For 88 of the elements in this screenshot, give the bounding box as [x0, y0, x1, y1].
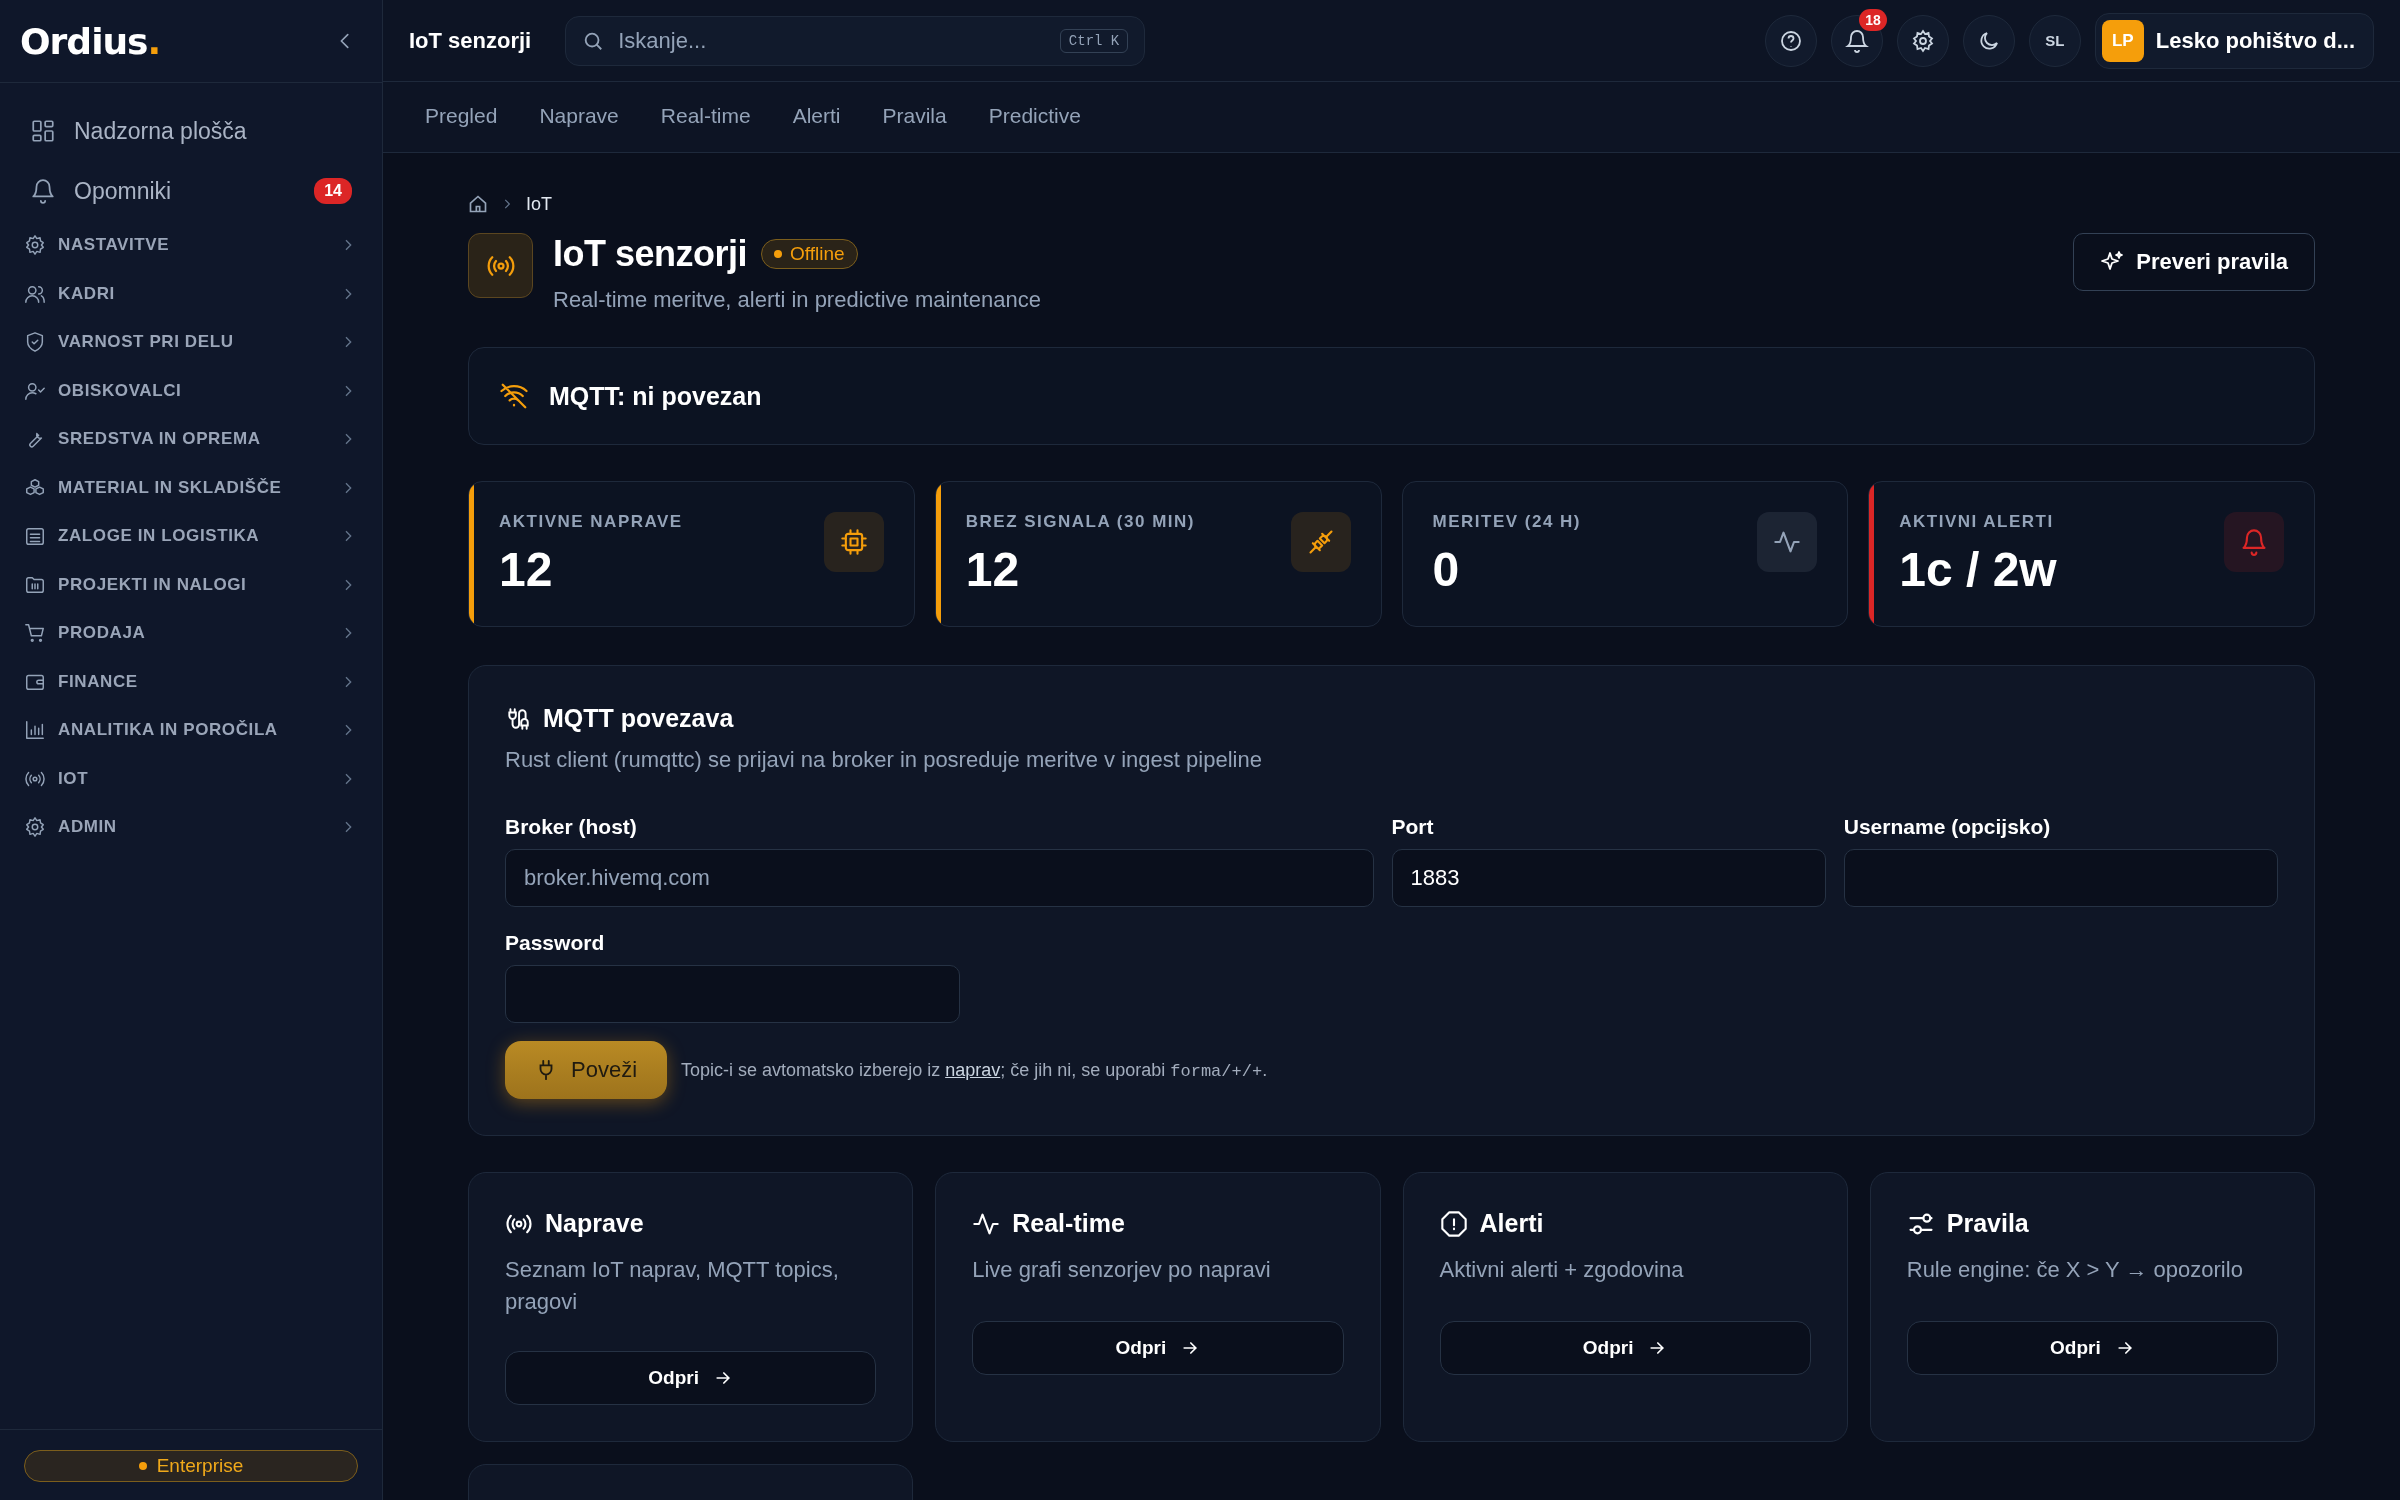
nav-section[interactable]: ZALOGE IN LOGISTIKA	[58, 526, 328, 547]
cable-icon	[505, 705, 531, 732]
bell-icon	[1844, 28, 1869, 53]
stat-label: MERITEV (24 H)	[1432, 512, 1582, 532]
notification-count: 18	[1859, 8, 1887, 31]
field-label: Broker (host)	[505, 815, 638, 839]
open-button[interactable]: Odpri	[972, 1321, 1344, 1375]
input-field[interactable]	[1843, 849, 2278, 907]
nav-section[interactable]: PROJEKTI IN NALOGI	[58, 574, 328, 595]
stat-value: 12	[965, 542, 1021, 597]
panel-description: Rust client (rumqttc) se prijavi na broker in posreduje meritve v ingest pipeline	[505, 747, 1263, 773]
open-button[interactable]: Odpri	[1906, 1321, 2278, 1375]
nav-section[interactable]: KADRI	[58, 283, 328, 304]
nav-section[interactable]: NASTAVITVE	[58, 235, 328, 256]
help-icon	[1778, 28, 1803, 53]
stat-value: 0	[1432, 542, 1461, 597]
home-icon[interactable]	[468, 194, 488, 214]
shortcut-hint: Ctrl K	[1059, 28, 1129, 53]
breadcrumb-item[interactable]: IoT	[526, 193, 552, 215]
check-rules-button[interactable]: Preveri pravila	[2073, 233, 2315, 291]
card-description: Live grafi senzorjev po napravi	[972, 1256, 1272, 1284]
tab[interactable]: Pregled	[425, 95, 498, 139]
search-field[interactable]: Iskanje... Ctrl K	[565, 15, 1146, 66]
stat-value: 1c / 2w	[1899, 542, 2057, 597]
input-field[interactable]	[505, 965, 960, 1023]
nav-section[interactable]: VARNOST PRI DELU	[58, 332, 328, 353]
nav-section[interactable]: IOT	[58, 768, 328, 789]
card-title: Real-time	[1012, 1209, 1125, 1238]
card-description: Rule engine: če X > Y → opozorilo	[1906, 1256, 2244, 1284]
logo[interactable]: Ordius.	[20, 20, 161, 62]
card-title: Alerti	[1479, 1209, 1544, 1238]
nav-section[interactable]: SREDSTVA IN OPREMA	[58, 429, 328, 450]
search-input[interactable]: Iskanje...	[616, 26, 1048, 55]
nav-section[interactable]: FINANCE	[58, 671, 328, 692]
card-description: Aktivni alerti + zgodovina	[1439, 1256, 1685, 1284]
organization-name: Lesko pohištvo d...	[2155, 27, 2355, 54]
stat-label: BREZ SIGNALA (30 MIN)	[965, 512, 1195, 532]
nav-section[interactable]: PRODAJA	[58, 623, 328, 644]
open-button[interactable]: Odpri	[1439, 1321, 1811, 1375]
nav-link[interactable]: Opomniki	[74, 177, 297, 205]
organization-switcher[interactable]: LP Lesko pohištvo d...	[2094, 12, 2374, 69]
language-button[interactable]: SL	[2028, 14, 2081, 67]
gear-icon	[24, 816, 46, 839]
field-label: Password	[505, 931, 606, 955]
card-title: Naprave	[545, 1209, 644, 1238]
wifi-off-icon	[499, 381, 529, 411]
stat-label: AKTIVNE NAPRAVE	[499, 512, 683, 532]
card-description: Seznam IoT naprav, MQTT topics, pragovi	[505, 1256, 840, 1316]
tab[interactable]: Pravila	[882, 95, 947, 139]
plan-badge: Enterprise	[24, 1450, 358, 1482]
page-subtitle: Real-time meritve, alerti in predictive maintenance	[553, 287, 1042, 313]
stat-label: AKTIVNI ALERTI	[1899, 512, 2055, 532]
alert-octagon-icon	[1439, 1209, 1468, 1238]
dashboard-icon	[30, 118, 56, 144]
shield-icon	[24, 331, 46, 354]
stat-value: 12	[499, 542, 554, 597]
nav-section[interactable]: OBISKOVALCI	[58, 380, 328, 401]
settings-icon	[1910, 28, 1935, 53]
nav-link[interactable]: Nadzorna plošča	[74, 117, 352, 145]
tab[interactable]: Predictive	[988, 95, 1081, 139]
hint-text: Topic-i se avtomatsko izberejo iz naprav; če jih ni, se uporabi forma/+/+.	[681, 1059, 1268, 1081]
connect-button[interactable]: Poveži	[505, 1041, 668, 1099]
broadcast-icon	[468, 233, 533, 298]
connection-status: MQTT: ni povezan	[549, 381, 762, 411]
tab[interactable]: Real-time	[660, 95, 751, 139]
cart-icon	[24, 622, 46, 645]
tab[interactable]: Naprave	[539, 95, 619, 139]
warehouse-icon	[24, 525, 46, 548]
tab[interactable]: Alerti	[792, 95, 841, 139]
nav-section[interactable]: ANALITIKA IN POROČILA	[58, 720, 328, 741]
field-label: Port	[1391, 815, 1435, 839]
input-field[interactable]: 1883	[1391, 849, 1826, 907]
count-badge: 14	[314, 178, 352, 204]
card-title: Pravila	[1946, 1209, 2029, 1238]
bar-chart-icon	[24, 719, 46, 742]
panel-title: MQTT povezava	[543, 704, 734, 733]
devices-link[interactable]: naprav	[945, 1059, 1001, 1080]
status-badge: Offline	[761, 239, 858, 269]
open-button[interactable]: Odpri	[505, 1351, 877, 1405]
input-field[interactable]: broker.hivemq.com	[505, 849, 1374, 907]
field-label: Username (opcijsko)	[1843, 815, 2052, 839]
nav-section[interactable]: MATERIAL IN SKLADIŠČE	[58, 477, 328, 498]
gear-icon	[24, 234, 46, 257]
bell-icon	[30, 178, 56, 204]
page-heading: IoT senzorji	[553, 233, 748, 275]
page-title: IoT senzorji	[409, 27, 533, 54]
avatar: LP	[2101, 19, 2144, 62]
nav-section[interactable]: ADMIN	[58, 817, 328, 838]
